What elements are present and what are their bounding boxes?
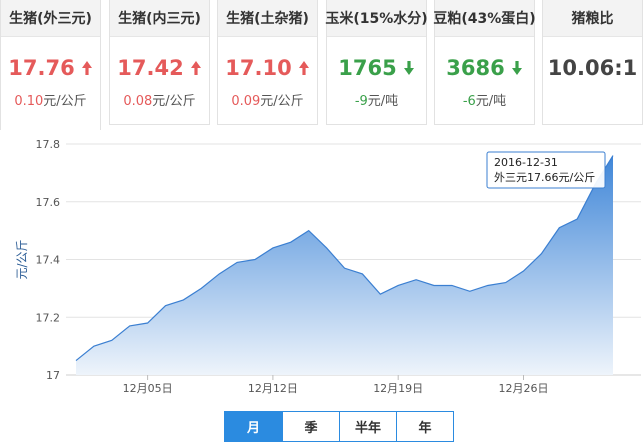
price-card[interactable]: 玉米(15%水分) 1765 -9元/吨 [325,0,428,125]
tooltip-value: 外三元17.66元/公斤 [494,171,595,184]
tab-1[interactable]: 季 [282,412,339,441]
data-point[interactable] [129,325,131,327]
price-cards: 生猪(外三元) 17.76 0.10元/公斤 生猪(内三元) 17.42 0.08元/公斤… [0,0,643,130]
arrow-down-icon [403,60,415,76]
data-point[interactable] [111,339,113,341]
y-tick-label: 17 [46,369,60,382]
price-card[interactable]: 豆粕(43%蛋白) 3686 -6元/吨 [433,0,536,125]
data-point[interactable] [236,261,238,263]
card-title: 生猪(内三元) [110,0,209,37]
pig-grain-ratio: 10.06:1 [547,56,638,80]
data-point[interactable] [254,258,256,260]
data-point[interactable] [343,267,345,269]
data-point[interactable] [415,279,417,281]
y-tick-label: 17.6 [36,196,61,209]
data-point[interactable] [361,273,363,275]
data-point[interactable] [576,218,578,220]
card-title: 生猪(外三元) [1,0,100,37]
card-change: 0.08 [123,94,153,109]
tab-3[interactable]: 年 [396,412,453,441]
tab-0[interactable]: 月 [225,412,282,441]
x-tick-label: 12月26日 [499,382,549,395]
data-point[interactable] [218,273,220,275]
data-point[interactable] [308,229,310,231]
card-change: -9 [354,94,368,109]
data-point[interactable] [325,247,327,249]
card-unit: 元/公斤 [152,94,196,109]
y-tick-label: 17.8 [36,138,61,151]
y-tick-label: 17.2 [36,311,61,324]
card-change: 0.10 [14,94,44,109]
data-point[interactable] [290,241,292,243]
x-tick-label: 12月05日 [123,382,173,395]
data-point[interactable] [200,287,202,289]
data-point[interactable] [487,284,489,286]
data-point[interactable] [451,284,453,286]
data-point[interactable] [522,270,524,272]
card-price: 3686 [446,56,505,80]
card-title: 生猪(土杂猪) [218,0,317,37]
arrow-up-icon [298,60,310,76]
data-point[interactable] [612,154,614,156]
data-point[interactable] [504,281,506,283]
ratio-card[interactable]: 猪粮比 10.06:1 [542,0,643,125]
x-tick-label: 12月19日 [373,382,423,395]
y-tick-label: 17.4 [36,254,61,267]
arrow-down-icon [511,60,523,76]
data-point[interactable] [146,322,148,324]
price-card[interactable]: 生猪(土杂猪) 17.10 0.09元/公斤 [217,0,318,125]
price-card[interactable]: 生猪(内三元) 17.42 0.08元/公斤 [109,0,210,125]
card-price: 17.42 [117,56,184,80]
data-point[interactable] [433,284,435,286]
card-price: 1765 [338,56,397,80]
card-price: 17.10 [225,56,292,80]
data-point[interactable] [379,293,381,295]
arrow-up-icon [190,60,202,76]
card-unit: 元/公斤 [43,94,87,109]
x-tick-label: 12月12日 [248,382,298,395]
card-unit: 元/公斤 [260,94,304,109]
card-title: 猪粮比 [543,0,642,37]
tooltip-date: 2016-12-31 [494,156,558,169]
arrow-up-icon [81,60,93,76]
card-change: 0.09 [231,94,261,109]
data-point[interactable] [469,290,471,292]
data-point[interactable] [397,284,399,286]
price-area-chart: 17 17.2 17.4 17.6 17.8 元/公斤 12月05日 12月12日 12月19日… [15,138,641,395]
period-tabs: 月季半年年 [224,411,454,442]
data-point[interactable] [558,227,560,229]
data-point[interactable] [75,359,77,361]
card-title: 豆粕(43%蛋白) [433,0,536,37]
card-unit: 元/吨 [475,94,507,109]
card-unit: 元/吨 [367,94,399,109]
data-point[interactable] [272,247,274,249]
tab-2[interactable]: 半年 [339,412,396,441]
data-point[interactable] [164,305,166,307]
y-axis-label: 元/公斤 [15,239,29,279]
card-title: 玉米(15%水分) [325,0,428,37]
price-card[interactable]: 生猪(外三元) 17.76 0.10元/公斤 [0,0,101,130]
data-point[interactable] [182,299,184,301]
data-point[interactable] [540,253,542,255]
card-price: 17.76 [8,56,75,80]
card-change: -6 [462,94,476,109]
data-point[interactable] [93,345,95,347]
